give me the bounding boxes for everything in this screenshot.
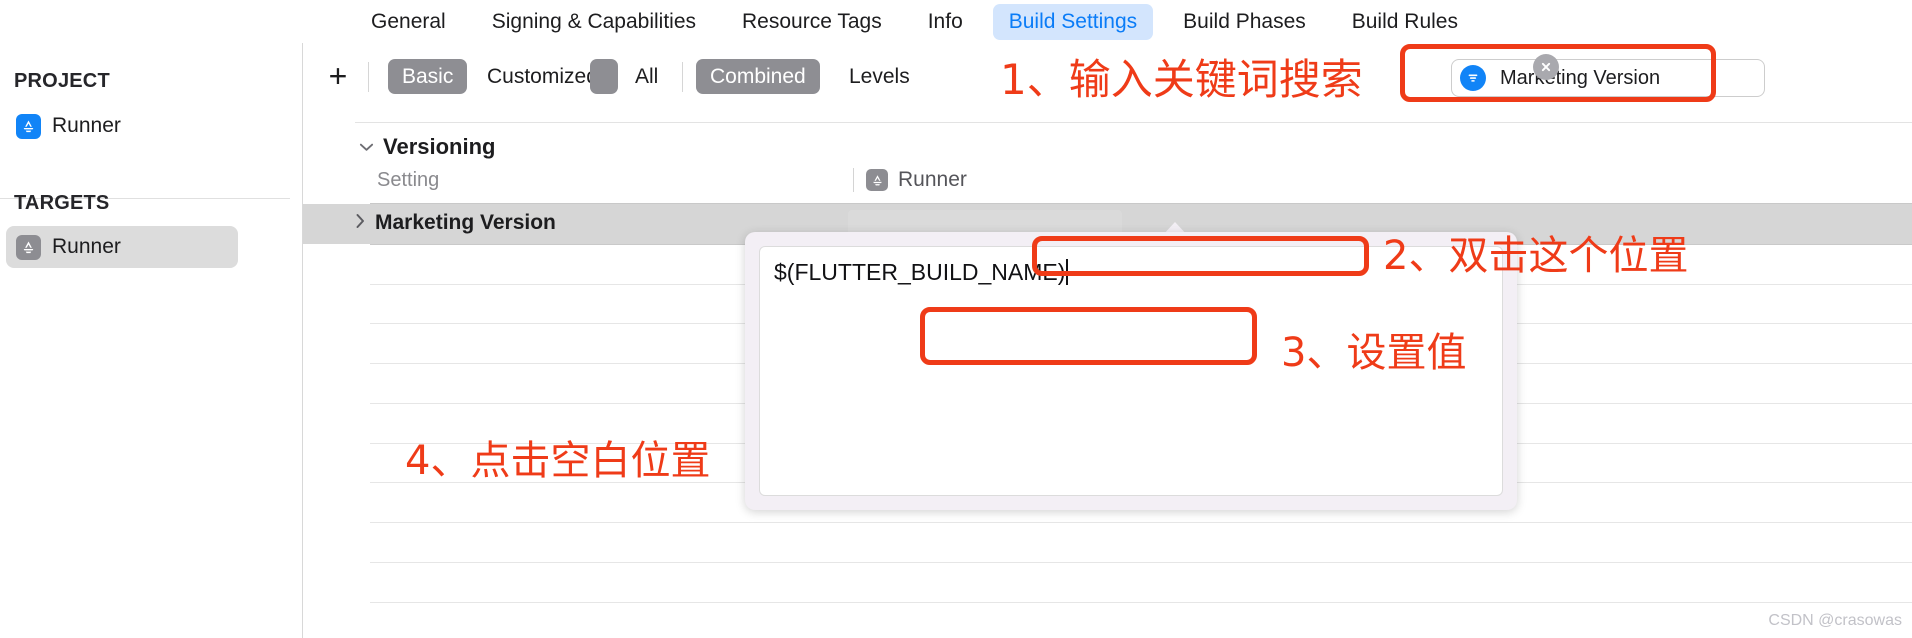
search-field-wrapper: Marketing Version bbox=[1451, 59, 1765, 97]
annotation-step-3: 3、设置值 bbox=[1281, 330, 1467, 376]
text-caret bbox=[1066, 259, 1069, 285]
chevron-down-icon[interactable] bbox=[355, 142, 377, 152]
tab-build-phases[interactable]: Build Phases bbox=[1167, 4, 1322, 40]
clear-icon[interactable] bbox=[1533, 54, 1559, 80]
annotation-step-1: 1、输入关键词搜索 bbox=[1000, 55, 1363, 104]
sidebar-item-project-runner[interactable]: Runner bbox=[6, 105, 298, 147]
row-divider bbox=[370, 203, 1912, 204]
segment-all[interactable]: All bbox=[621, 59, 672, 94]
tab-general[interactable]: General bbox=[355, 4, 462, 40]
setting-value-text-wrapper: $(FLUTTER_BUILD_NAME) bbox=[774, 259, 1069, 286]
tab-signing-capabilities[interactable]: Signing & Capabilities bbox=[476, 4, 712, 40]
column-separator bbox=[853, 168, 854, 192]
editor-tab-bar: General Signing & Capabilities Resource … bbox=[0, 0, 1912, 44]
column-header-runner-label: Runner bbox=[898, 168, 967, 191]
segment-combined[interactable]: Combined bbox=[696, 59, 820, 94]
toolbar-separator-1 bbox=[368, 62, 369, 92]
setting-value-text: $(FLUTTER_BUILD_NAME) bbox=[774, 259, 1066, 285]
tab-build-rules[interactable]: Build Rules bbox=[1336, 4, 1474, 40]
table-top-divider bbox=[355, 122, 1912, 123]
sidebar-project-runner-label: Runner bbox=[52, 114, 121, 137]
segment-levels[interactable]: Levels bbox=[835, 59, 924, 94]
sidebar-targets-header: TARGETS bbox=[14, 192, 110, 214]
toolbar-separator-2 bbox=[682, 62, 683, 92]
chevron-right-icon[interactable] bbox=[355, 213, 365, 235]
app-store-icon bbox=[16, 234, 41, 260]
search-input-value: Marketing Version bbox=[1500, 66, 1661, 89]
search-input[interactable]: Marketing Version bbox=[1451, 59, 1765, 97]
row-divider bbox=[370, 522, 1912, 523]
app-store-icon bbox=[16, 113, 41, 139]
tab-build-settings[interactable]: Build Settings bbox=[992, 3, 1154, 40]
row-divider bbox=[370, 562, 1912, 563]
xcode-build-settings-window: General Signing & Capabilities Resource … bbox=[0, 0, 1912, 638]
annotation-step-4: 4、点击空白位置 bbox=[405, 438, 711, 484]
filter-icon bbox=[1460, 65, 1486, 91]
sidebar-project-header: PROJECT bbox=[14, 70, 110, 92]
annotation-step-2: 2、双击这个位置 bbox=[1383, 233, 1689, 279]
add-setting-button[interactable]: + bbox=[321, 59, 355, 93]
tab-info[interactable]: Info bbox=[912, 4, 979, 40]
column-header-runner: Runner bbox=[853, 165, 967, 195]
table-row-setting-name: Marketing Version bbox=[375, 211, 556, 234]
segment-combined-spacer bbox=[590, 59, 618, 94]
settings-group-title: Versioning bbox=[383, 134, 496, 159]
settings-group-versioning[interactable]: Versioning bbox=[303, 131, 495, 163]
app-store-icon bbox=[866, 169, 888, 191]
tab-resource-tags[interactable]: Resource Tags bbox=[726, 4, 898, 40]
watermark: CSDN @crasowas bbox=[1768, 612, 1902, 629]
sidebar-item-target-runner[interactable]: Runner bbox=[6, 226, 238, 268]
column-header-setting: Setting bbox=[377, 168, 440, 191]
sidebar-target-runner-label: Runner bbox=[52, 235, 121, 258]
segment-basic[interactable]: Basic bbox=[388, 59, 468, 94]
project-navigator-sidebar: PROJECT Runner TARGETS Runner bbox=[0, 43, 302, 638]
row-divider bbox=[370, 602, 1912, 603]
